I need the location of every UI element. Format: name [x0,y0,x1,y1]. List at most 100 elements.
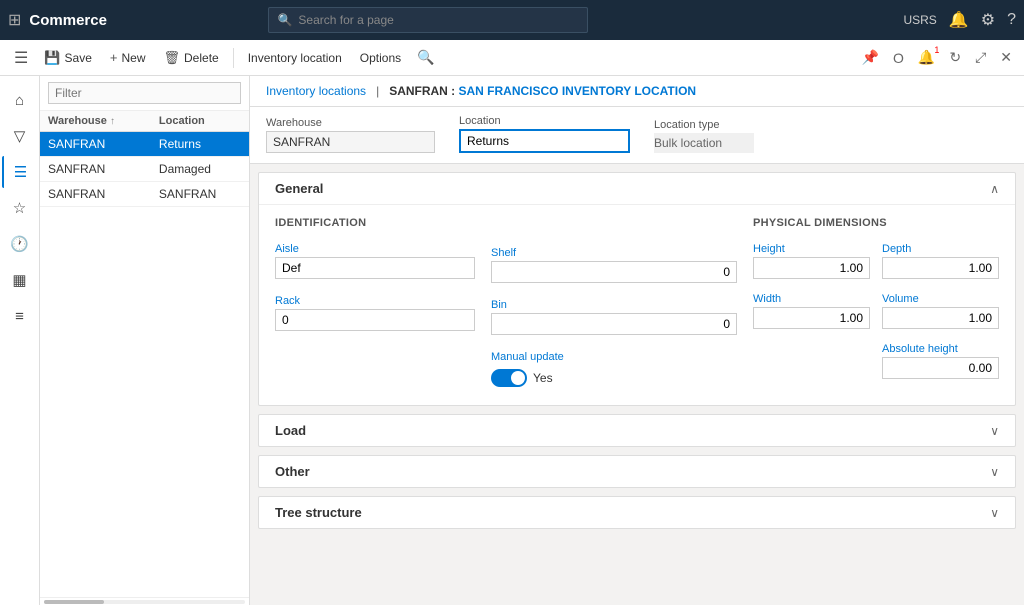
sidebar-icon-clock[interactable]: 🕐 [2,228,38,260]
bin-field: Bin [491,299,737,335]
aisle-input[interactable] [275,257,475,279]
absolute-height-field: Absolute height [882,343,999,379]
shelf-bin-column: Shelf Bin Manual update Yes [491,217,737,393]
new-icon: + [110,50,118,65]
manual-update-toggle[interactable] [491,369,527,387]
absolute-height-label: Absolute height [882,343,999,355]
general-section-body: IDENTIFICATION Aisle Rack [259,205,1015,405]
delete-button[interactable]: 🗑 Delete [156,44,227,72]
physical-dimensions-label: PHYSICAL DIMENSIONS [753,217,999,229]
search-icon: 🔍 [277,13,292,27]
list-item[interactable]: SANFRANReturns [40,132,249,157]
identification-column: IDENTIFICATION Aisle Rack [275,217,475,393]
toggle-container: Yes [491,369,737,387]
notification-badge-icon[interactable]: 🔔1 [914,45,939,70]
volume-field: Volume [882,293,999,329]
location-type-label: Location type [654,119,754,131]
other-section-header[interactable]: Other ∨ [259,456,1015,487]
list-warehouse-cell: SANFRAN [40,157,151,182]
settings-icon[interactable]: ⚙ [981,10,995,30]
toolbar: ☰ 💾 Save + New 🗑 Delete Inventory locati… [0,40,1024,76]
list-table: Warehouse ↑ Location SANFRANReturnsSANFR… [40,111,249,597]
depth-input[interactable] [882,257,999,279]
rack-field: Rack [275,295,475,331]
list-location-cell: Returns [151,132,249,157]
sidebar-icons: ⌂ ▽ ☰ ☆ 🕐 ▦ ≡ [0,76,40,605]
phys-left-col: Height Width [753,243,870,385]
list-item[interactable]: SANFRANDamaged [40,157,249,182]
form-fields-row: Warehouse Location Location type Bulk lo… [250,107,1024,164]
height-label: Height [753,243,870,255]
new-button[interactable]: + New [102,44,154,72]
phys-right-col: Depth Volume Absolute height [882,243,999,385]
grid-icon[interactable]: ⊞ [8,10,21,30]
inventory-location-button[interactable]: Inventory location [240,44,350,72]
filter-input[interactable] [48,82,241,104]
list-scrollbar[interactable] [40,597,249,605]
help-icon[interactable]: ? [1007,11,1016,29]
load-section-header[interactable]: Load ∨ [259,415,1015,446]
location-type-value: Bulk location [654,133,754,153]
other-section-title: Other [275,464,310,479]
list-warehouse-cell: SANFRAN [40,182,151,207]
open-in-new-icon[interactable]: ⤢ [971,45,990,70]
toggle-yes-label: Yes [533,371,553,385]
toolbar-search-icon[interactable]: 🔍 [411,45,440,70]
physical-dimensions-column: PHYSICAL DIMENSIONS Height Width [753,217,999,393]
sidebar-icon-list[interactable]: ☰ [2,156,38,188]
sidebar-icon-star[interactable]: ☆ [2,192,38,224]
sidebar-icon-filter[interactable]: ▽ [2,120,38,152]
breadcrumb-link[interactable]: Inventory locations [266,84,366,98]
other-section: Other ∨ [258,455,1016,488]
load-chevron-icon: ∨ [990,424,999,438]
main-layout: ⌂ ▽ ☰ ☆ 🕐 ▦ ≡ Warehouse ↑ Location [0,76,1024,605]
bell-icon[interactable]: 🔔 [949,10,969,30]
options-button[interactable]: Options [352,44,409,72]
hamburger-icon[interactable]: ☰ [8,44,34,72]
load-section-title: Load [275,423,306,438]
tree-structure-section-header[interactable]: Tree structure ∨ [259,497,1015,528]
warehouse-input[interactable] [266,131,435,153]
warehouse-label: Warehouse [266,117,435,129]
general-section-header[interactable]: General ∧ [259,173,1015,205]
refresh-icon[interactable]: ↻ [945,45,965,70]
breadcrumb-current: SANFRAN : SAN FRANCISCO INVENTORY LOCATI… [389,84,696,98]
absolute-height-input[interactable] [882,357,999,379]
location-label: Location [459,115,630,127]
list-item[interactable]: SANFRANSANFRAN [40,182,249,207]
sidebar-icon-home[interactable]: ⌂ [2,84,38,116]
list-location-cell: Damaged [151,157,249,182]
search-input[interactable] [298,13,579,27]
depth-label: Depth [882,243,999,255]
pin-icon[interactable]: 📌 [858,45,883,70]
bin-input[interactable] [491,313,737,335]
office-icon[interactable]: O [889,46,908,70]
general-grid: IDENTIFICATION Aisle Rack [275,217,999,393]
save-button[interactable]: 💾 Save [36,44,100,72]
app-title: Commerce [29,12,107,29]
top-nav: ⊞ Commerce 🔍 USRS 🔔 ⚙ ? [0,0,1024,40]
rack-input[interactable] [275,309,475,331]
sidebar-icon-lines[interactable]: ≡ [2,300,38,332]
height-field: Height [753,243,870,279]
width-input[interactable] [753,307,870,329]
height-input[interactable] [753,257,870,279]
sidebar-icon-grid[interactable]: ▦ [2,264,38,296]
bin-label: Bin [491,299,737,311]
list-filter [40,76,249,111]
manual-update-label: Manual update [491,351,737,363]
list-location-cell: SANFRAN [151,182,249,207]
general-section: General ∧ IDENTIFICATION Aisle Rack [258,172,1016,406]
location-input[interactable] [459,129,630,153]
width-field: Width [753,293,870,329]
tree-structure-section: Tree structure ∨ [258,496,1016,529]
identification-label: IDENTIFICATION [275,217,475,229]
detail-panel: Inventory locations | SANFRAN : SAN FRAN… [250,76,1024,605]
col-location[interactable]: Location [151,111,249,132]
shelf-input[interactable] [491,261,737,283]
col-warehouse[interactable]: Warehouse ↑ [40,111,151,132]
save-icon: 💾 [44,50,60,66]
close-icon[interactable]: ✕ [996,45,1016,70]
breadcrumb-separator: | [376,84,379,98]
volume-input[interactable] [882,307,999,329]
